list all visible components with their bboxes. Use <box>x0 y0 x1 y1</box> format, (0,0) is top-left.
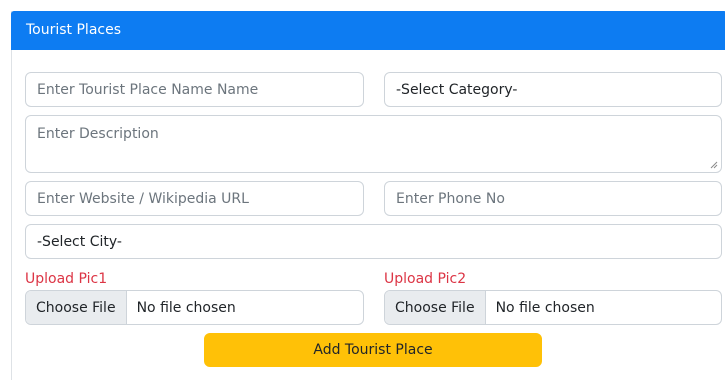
card-title: Tourist Places <box>26 22 122 38</box>
description-placeholder: Enter Description <box>37 126 159 142</box>
upload-pic2-input[interactable]: Choose File No file chosen <box>384 290 722 325</box>
choose-file-button-2[interactable]: Choose File <box>385 291 486 324</box>
add-tourist-place-button[interactable]: Add Tourist Place <box>204 333 542 367</box>
phone-placeholder: Enter Phone No <box>396 190 505 207</box>
choose-file-button-1[interactable]: Choose File <box>26 291 127 324</box>
page: Tourist Places Enter Tourist Place Name … <box>0 0 725 380</box>
category-select[interactable]: -Select Category- <box>384 72 722 107</box>
description-textarea[interactable]: Enter Description <box>25 115 722 173</box>
city-select[interactable]: -Select City- <box>25 224 722 259</box>
phone-input[interactable]: Enter Phone No <box>384 181 722 216</box>
upload-pic2-label: Upload Pic2 <box>384 271 467 287</box>
website-url-input[interactable]: Enter Website / Wikipedia URL <box>25 181 364 216</box>
resize-grip-icon[interactable] <box>710 161 718 169</box>
file-status-2: No file chosen <box>495 299 595 316</box>
file-status-1: No file chosen <box>136 299 236 316</box>
upload-pic1-input[interactable]: Choose File No file chosen <box>25 290 364 325</box>
place-name-placeholder: Enter Tourist Place Name Name <box>37 81 259 98</box>
category-selected-value: -Select Category- <box>396 81 518 98</box>
card-header: Tourist Places <box>11 11 725 50</box>
place-name-input[interactable]: Enter Tourist Place Name Name <box>25 72 364 107</box>
website-url-placeholder: Enter Website / Wikipedia URL <box>37 190 249 207</box>
city-selected-value: -Select City- <box>37 233 122 250</box>
upload-pic1-label: Upload Pic1 <box>25 271 108 287</box>
